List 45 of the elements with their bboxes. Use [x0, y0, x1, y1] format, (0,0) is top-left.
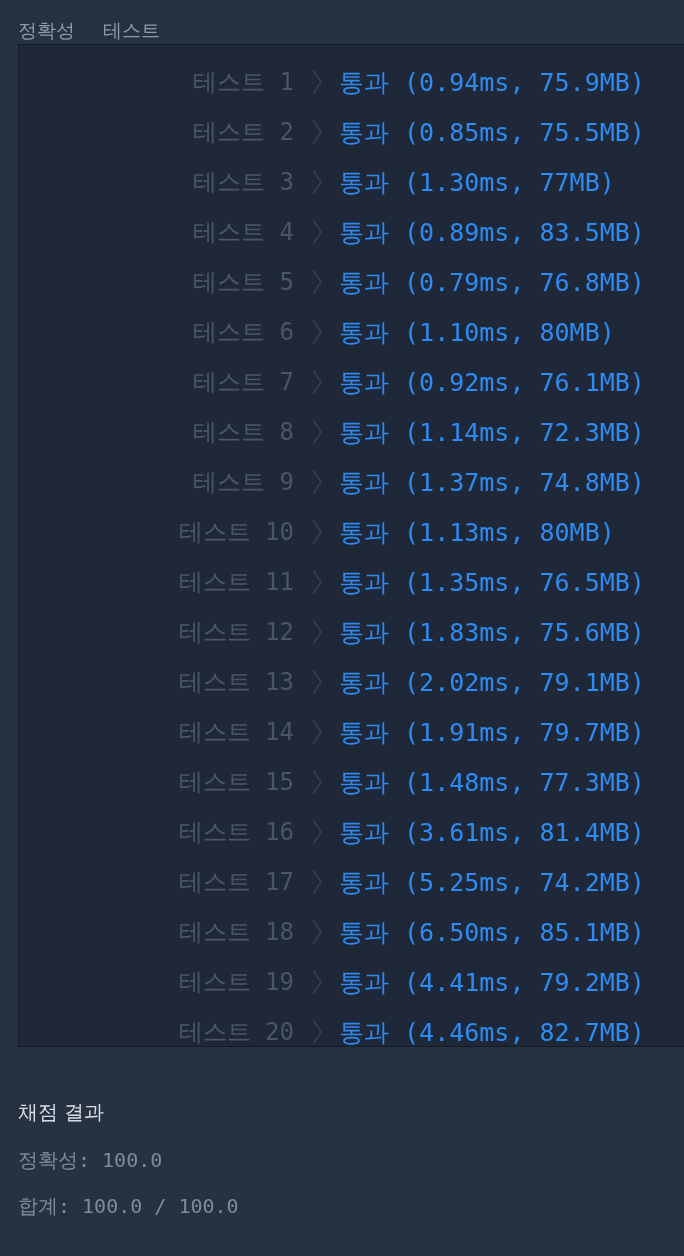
test-result: 통과 (1.91ms, 79.7MB) — [339, 716, 646, 749]
test-result: 통과 (1.35ms, 76.5MB) — [339, 566, 646, 599]
section-label: 정확성 — [18, 18, 75, 43]
test-result: 통과 (1.13ms, 80MB) — [339, 516, 616, 549]
chevron-icon — [311, 269, 322, 295]
chevron-icon — [311, 1019, 322, 1045]
chevron-icon — [311, 469, 322, 495]
test-result: 통과 (6.50ms, 85.1MB) — [339, 916, 646, 949]
chevron-icon — [311, 419, 322, 445]
chevron-icon — [311, 619, 322, 645]
test-result: 통과 (4.41ms, 79.2MB) — [339, 966, 646, 999]
chevron-icon — [311, 819, 322, 845]
test-result: 통과 (1.30ms, 77MB) — [339, 166, 616, 199]
chevron-icon — [311, 969, 322, 995]
test-result: 통과 (1.48ms, 77.3MB) — [339, 766, 646, 799]
chevron-icon — [311, 69, 322, 95]
chevron-icon — [311, 319, 322, 345]
chevron-icon — [311, 569, 322, 595]
test-result: 통과 (0.79ms, 76.8MB) — [339, 266, 646, 299]
score-line: 합계: 100.0 / 100.0 — [18, 1193, 240, 1220]
test-result: 통과 (0.92ms, 76.1MB) — [339, 366, 646, 399]
test-result: 통과 (3.61ms, 81.4MB) — [339, 816, 646, 849]
test-result: 통과 (5.25ms, 74.2MB) — [339, 866, 646, 899]
test-result: 통과 (0.89ms, 83.5MB) — [339, 216, 646, 249]
summary-title: 채점 결과 — [18, 1099, 106, 1126]
section-label: 테스트 — [103, 18, 160, 43]
chevron-icon — [311, 119, 322, 145]
chevron-icon — [311, 769, 322, 795]
test-result: 통과 (2.02ms, 79.1MB) — [339, 666, 646, 699]
chevron-icon — [311, 169, 322, 195]
chevron-icon — [311, 369, 322, 395]
chevron-icon — [311, 519, 322, 545]
chevron-icon — [311, 669, 322, 695]
chevron-icon — [311, 219, 322, 245]
test-result: 통과 (0.85ms, 75.5MB) — [339, 116, 646, 149]
chevron-icon — [311, 719, 322, 745]
test-result: 통과 (1.10ms, 80MB) — [339, 316, 616, 349]
chevron-icon — [311, 919, 322, 945]
test-result: 통과 (1.83ms, 75.6MB) — [339, 616, 646, 649]
chevron-icon — [311, 869, 322, 895]
score-line: 정확성: 100.0 — [18, 1147, 164, 1174]
test-result: 통과 (1.14ms, 72.3MB) — [339, 416, 646, 449]
test-result: 통과 (1.37ms, 74.8MB) — [339, 466, 646, 499]
test-result: 통과 (0.94ms, 75.9MB) — [339, 66, 646, 99]
test-result: 통과 (4.46ms, 82.7MB) — [339, 1016, 646, 1049]
